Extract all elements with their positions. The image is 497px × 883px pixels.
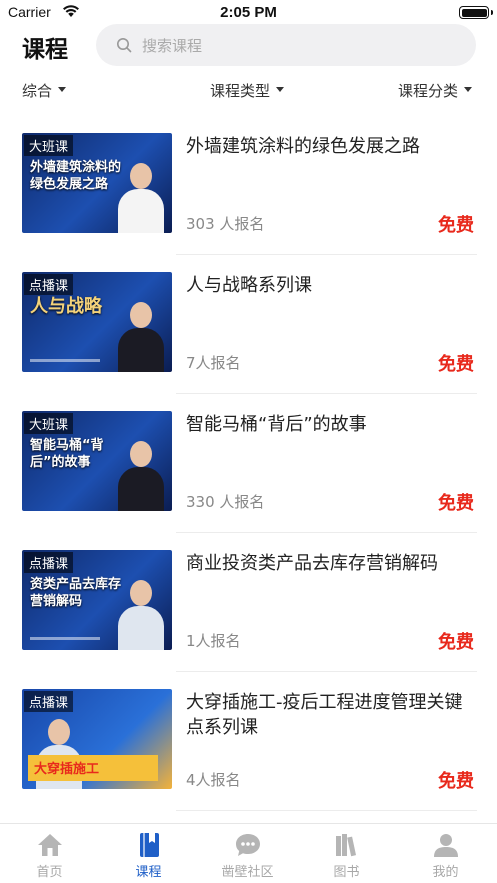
thumbnail-headline: 外墙建筑涂料的绿色发展之路 — [30, 160, 122, 192]
course-badge: 点播课 — [24, 552, 74, 573]
tab-label: 首页 — [36, 865, 63, 880]
course-thumbnail: 大班课 外墙建筑涂料的绿色发展之路 — [22, 133, 172, 233]
thumbnail-headline: 大穿插施工 — [34, 762, 100, 777]
course-title: 智能马桶“背后”的故事 — [186, 414, 367, 435]
course-title: 外墙建筑涂料的绿色发展之路 — [186, 136, 420, 157]
battery-icon — [459, 6, 493, 19]
course-badge: 大班课 — [24, 135, 74, 156]
caret-down-icon — [464, 87, 473, 92]
caret-down-icon — [58, 87, 67, 92]
tab-label: 我的 — [432, 865, 459, 880]
course-thumbnail: 点播课 人与战略 — [22, 272, 172, 372]
search-input[interactable]: 搜索课程 — [96, 24, 476, 66]
search-placeholder: 搜索课程 — [142, 37, 203, 55]
chat-icon — [235, 832, 261, 858]
tab-courses[interactable]: 课程 — [99, 832, 198, 880]
tab-home[interactable]: 首页 — [0, 832, 99, 880]
status-time: 2:05 PM — [220, 4, 277, 21]
course-price: 免费 — [438, 493, 474, 514]
tab-label: 图书 — [333, 865, 360, 880]
course-item[interactable]: 大班课 智能马桶“背后”的故事 智能马桶“背后”的故事 330 人报名 免费 — [0, 394, 497, 533]
speaker-photo — [118, 578, 164, 650]
speaker-photo — [118, 439, 164, 511]
tab-community[interactable]: 凿壁社区 — [198, 832, 297, 880]
course-price: 免费 — [438, 215, 474, 236]
book-icon — [136, 832, 162, 858]
header: 课程 搜索课程 — [0, 24, 497, 68]
course-price: 免费 — [438, 771, 474, 792]
page-title: 课程 — [22, 37, 68, 63]
course-thumbnail: 大班课 智能马桶“背后”的故事 — [22, 411, 172, 511]
tab-profile[interactable]: 我的 — [396, 832, 495, 880]
tab-label: 课程 — [135, 865, 162, 880]
speaker-photo — [118, 300, 164, 372]
books-icon — [334, 832, 360, 858]
course-item[interactable]: 点播课 资类产品去库存营销解码 商业投资类产品去库存营销解码 1人报名 免费 — [0, 533, 497, 672]
course-badge: 点播课 — [24, 691, 74, 712]
course-price: 免费 — [438, 632, 474, 653]
course-thumbnail: 点播课 资类产品去库存营销解码 — [22, 550, 172, 650]
user-icon — [433, 832, 459, 858]
tab-label: 凿壁社区 — [221, 865, 274, 880]
course-title: 人与战略系列课 — [186, 275, 312, 296]
course-price: 免费 — [438, 354, 474, 375]
enroll-count: 4人报名 — [186, 771, 241, 789]
home-icon — [37, 832, 63, 858]
filter-label: 综合 — [22, 82, 53, 100]
tab-books[interactable]: 图书 — [297, 832, 396, 880]
thumbnail-decoration — [30, 637, 100, 640]
thumbnail-headline: 人与战略 — [30, 296, 102, 317]
enroll-count: 1人报名 — [186, 632, 241, 650]
filter-course-type[interactable]: 课程类型 — [210, 80, 285, 101]
course-badge: 点播课 — [24, 274, 74, 295]
enroll-count: 330 人报名 — [186, 493, 265, 511]
search-icon — [117, 38, 132, 53]
enroll-count: 303 人报名 — [186, 215, 265, 233]
filter-course-category[interactable]: 课程分类 — [398, 80, 473, 101]
course-item[interactable]: 点播课 人与战略 人与战略系列课 7人报名 免费 — [0, 255, 497, 394]
course-badge: 大班课 — [24, 413, 74, 434]
divider — [176, 810, 477, 811]
course-title: 商业投资类产品去库存营销解码 — [186, 553, 438, 574]
filter-label: 课程类型 — [210, 82, 271, 100]
caret-down-icon — [276, 87, 285, 92]
filter-comprehensive[interactable]: 综合 — [22, 80, 67, 101]
course-item[interactable]: 点播课 大穿插施工 大穿插施工-疫后工程进度管理关键点系列课 4人报名 免费 — [0, 672, 497, 811]
status-bar: Carrier 2:05 PM — [0, 0, 497, 26]
speaker-photo — [118, 161, 164, 233]
thumbnail-headline: 智能马桶“背后”的故事 — [30, 438, 104, 470]
tab-bar: 首页 课程 凿壁社区 图书 我的 — [0, 823, 497, 883]
course-thumbnail: 点播课 大穿插施工 — [22, 689, 172, 789]
course-item[interactable]: 大班课 外墙建筑涂料的绿色发展之路 外墙建筑涂料的绿色发展之路 303 人报名 … — [0, 116, 497, 255]
filter-bar: 综合 课程类型 课程分类 — [0, 78, 497, 104]
thumbnail-decoration — [30, 359, 100, 362]
thumbnail-headline: 资类产品去库存营销解码 — [30, 577, 122, 609]
course-title: 大穿插施工-疫后工程进度管理关键点系列课 — [186, 692, 463, 738]
enroll-count: 7人报名 — [186, 354, 241, 372]
filter-label: 课程分类 — [398, 82, 459, 100]
